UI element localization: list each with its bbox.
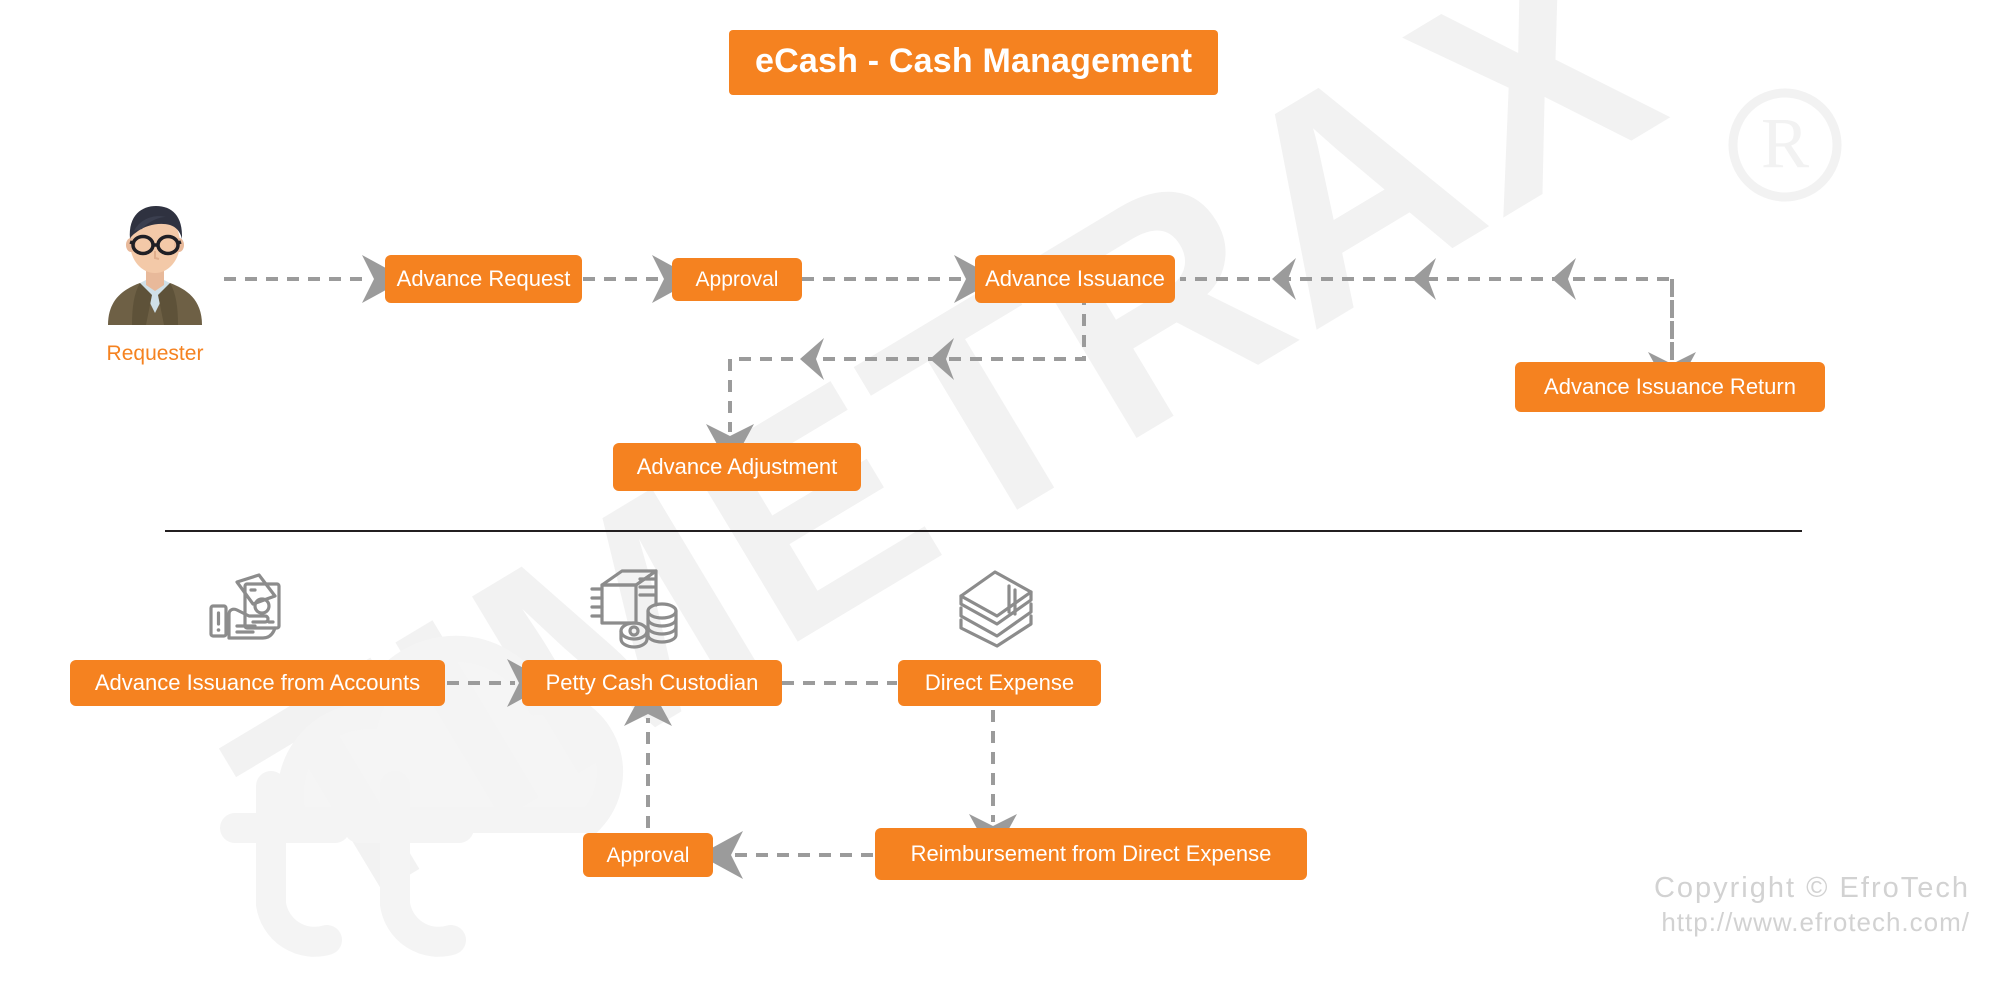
banknote-stack-icon <box>955 568 1037 648</box>
node-advance-request[interactable]: Advance Request <box>385 255 582 303</box>
node-approval-top[interactable]: Approval <box>672 258 802 301</box>
node-advance-adjustment[interactable]: Advance Adjustment <box>613 443 861 491</box>
requester-avatar <box>90 195 220 325</box>
page-title: eCash - Cash Management <box>729 30 1219 95</box>
node-advance-issuance-from-accounts[interactable]: Advance Issuance from Accounts <box>70 660 445 706</box>
wire-return-to-issuance <box>1180 277 1674 360</box>
diagram-canvas: TIMETRAX R eCash - Cash Management Reque… <box>0 0 2000 1000</box>
node-reimbursement-from-direct-expense[interactable]: Reimbursement from Direct Expense <box>875 828 1307 880</box>
copyright-text: Copyright © EfroTech <box>1653 872 1970 904</box>
node-advance-issuance[interactable]: Advance Issuance <box>975 255 1175 303</box>
footer: Copyright © EfroTech http://www.efrotech… <box>1654 870 1970 939</box>
svg-text:R: R <box>1761 103 1809 183</box>
node-approval-bottom[interactable]: Approval <box>583 833 713 877</box>
requester-label: Requester <box>106 342 204 365</box>
cash-and-coins-icon <box>590 565 682 650</box>
person-avatar-icon <box>108 206 202 325</box>
wire-chevrons <box>800 258 1576 380</box>
node-petty-cash-custodian[interactable]: Petty Cash Custodian <box>522 660 782 706</box>
hand-holding-cash-icon <box>207 570 291 648</box>
node-advance-issuance-return[interactable]: Advance Issuance Return <box>1515 362 1825 412</box>
node-direct-expense[interactable]: Direct Expense <box>898 660 1101 706</box>
section-divider <box>165 530 1802 532</box>
website-url[interactable]: http://www.efrotech.com/ <box>1654 906 1970 939</box>
wire-issuance-to-adjustment <box>706 293 1086 468</box>
